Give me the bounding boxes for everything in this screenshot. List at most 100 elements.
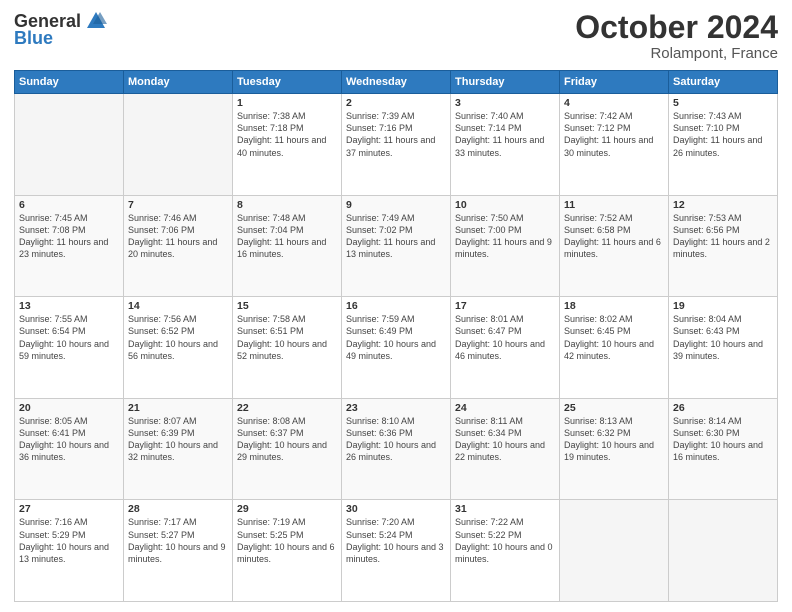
day-number: 19 xyxy=(673,300,773,312)
day-number: 20 xyxy=(19,402,119,414)
day-number: 18 xyxy=(564,300,664,312)
day-number: 3 xyxy=(455,97,555,109)
col-friday: Friday xyxy=(560,71,669,94)
day-info: Sunrise: 7:38 AM Sunset: 7:18 PM Dayligh… xyxy=(237,110,337,159)
table-row: 9Sunrise: 7:49 AM Sunset: 7:02 PM Daylig… xyxy=(342,195,451,297)
day-number: 17 xyxy=(455,300,555,312)
day-info: Sunrise: 7:20 AM Sunset: 5:24 PM Dayligh… xyxy=(346,516,446,565)
table-row: 24Sunrise: 8:11 AM Sunset: 6:34 PM Dayli… xyxy=(451,398,560,500)
day-info: Sunrise: 7:49 AM Sunset: 7:02 PM Dayligh… xyxy=(346,212,446,261)
day-info: Sunrise: 7:59 AM Sunset: 6:49 PM Dayligh… xyxy=(346,313,446,362)
day-number: 15 xyxy=(237,300,337,312)
day-number: 1 xyxy=(237,97,337,109)
day-number: 4 xyxy=(564,97,664,109)
day-info: Sunrise: 7:19 AM Sunset: 5:25 PM Dayligh… xyxy=(237,516,337,565)
table-row: 8Sunrise: 7:48 AM Sunset: 7:04 PM Daylig… xyxy=(233,195,342,297)
location-title: Rolampont, France xyxy=(575,45,778,62)
table-row: 1Sunrise: 7:38 AM Sunset: 7:18 PM Daylig… xyxy=(233,94,342,196)
day-info: Sunrise: 8:07 AM Sunset: 6:39 PM Dayligh… xyxy=(128,415,228,464)
day-info: Sunrise: 7:52 AM Sunset: 6:58 PM Dayligh… xyxy=(564,212,664,261)
table-row: 17Sunrise: 8:01 AM Sunset: 6:47 PM Dayli… xyxy=(451,297,560,399)
table-row: 3Sunrise: 7:40 AM Sunset: 7:14 PM Daylig… xyxy=(451,94,560,196)
calendar-week-row: 20Sunrise: 8:05 AM Sunset: 6:41 PM Dayli… xyxy=(15,398,778,500)
day-info: Sunrise: 8:13 AM Sunset: 6:32 PM Dayligh… xyxy=(564,415,664,464)
table-row: 14Sunrise: 7:56 AM Sunset: 6:52 PM Dayli… xyxy=(124,297,233,399)
calendar-table: Sunday Monday Tuesday Wednesday Thursday… xyxy=(14,70,778,602)
day-info: Sunrise: 7:50 AM Sunset: 7:00 PM Dayligh… xyxy=(455,212,555,261)
day-number: 30 xyxy=(346,503,446,515)
day-info: Sunrise: 7:39 AM Sunset: 7:16 PM Dayligh… xyxy=(346,110,446,159)
day-info: Sunrise: 7:22 AM Sunset: 5:22 PM Dayligh… xyxy=(455,516,555,565)
day-number: 14 xyxy=(128,300,228,312)
day-number: 29 xyxy=(237,503,337,515)
day-info: Sunrise: 7:16 AM Sunset: 5:29 PM Dayligh… xyxy=(19,516,119,565)
day-info: Sunrise: 8:02 AM Sunset: 6:45 PM Dayligh… xyxy=(564,313,664,362)
day-number: 28 xyxy=(128,503,228,515)
table-row: 16Sunrise: 7:59 AM Sunset: 6:49 PM Dayli… xyxy=(342,297,451,399)
table-row: 2Sunrise: 7:39 AM Sunset: 7:16 PM Daylig… xyxy=(342,94,451,196)
table-row: 31Sunrise: 7:22 AM Sunset: 5:22 PM Dayli… xyxy=(451,500,560,602)
col-thursday: Thursday xyxy=(451,71,560,94)
table-row: 30Sunrise: 7:20 AM Sunset: 5:24 PM Dayli… xyxy=(342,500,451,602)
day-info: Sunrise: 7:43 AM Sunset: 7:10 PM Dayligh… xyxy=(673,110,773,159)
col-tuesday: Tuesday xyxy=(233,71,342,94)
table-row xyxy=(15,94,124,196)
day-info: Sunrise: 8:08 AM Sunset: 6:37 PM Dayligh… xyxy=(237,415,337,464)
calendar-week-row: 1Sunrise: 7:38 AM Sunset: 7:18 PM Daylig… xyxy=(15,94,778,196)
day-number: 8 xyxy=(237,199,337,211)
day-number: 5 xyxy=(673,97,773,109)
table-row: 5Sunrise: 7:43 AM Sunset: 7:10 PM Daylig… xyxy=(669,94,778,196)
day-number: 11 xyxy=(564,199,664,211)
table-row: 26Sunrise: 8:14 AM Sunset: 6:30 PM Dayli… xyxy=(669,398,778,500)
day-info: Sunrise: 7:17 AM Sunset: 5:27 PM Dayligh… xyxy=(128,516,228,565)
day-info: Sunrise: 7:48 AM Sunset: 7:04 PM Dayligh… xyxy=(237,212,337,261)
table-row xyxy=(669,500,778,602)
day-info: Sunrise: 8:14 AM Sunset: 6:30 PM Dayligh… xyxy=(673,415,773,464)
day-info: Sunrise: 7:40 AM Sunset: 7:14 PM Dayligh… xyxy=(455,110,555,159)
day-number: 27 xyxy=(19,503,119,515)
day-number: 25 xyxy=(564,402,664,414)
day-number: 31 xyxy=(455,503,555,515)
header: General Blue October 2024 Rolampont, Fra… xyxy=(14,10,778,62)
day-number: 21 xyxy=(128,402,228,414)
day-info: Sunrise: 8:10 AM Sunset: 6:36 PM Dayligh… xyxy=(346,415,446,464)
day-info: Sunrise: 7:55 AM Sunset: 6:54 PM Dayligh… xyxy=(19,313,119,362)
day-info: Sunrise: 7:58 AM Sunset: 6:51 PM Dayligh… xyxy=(237,313,337,362)
day-number: 12 xyxy=(673,199,773,211)
table-row xyxy=(124,94,233,196)
logo-blue-text: Blue xyxy=(14,28,53,49)
day-info: Sunrise: 8:05 AM Sunset: 6:41 PM Dayligh… xyxy=(19,415,119,464)
table-row: 4Sunrise: 7:42 AM Sunset: 7:12 PM Daylig… xyxy=(560,94,669,196)
day-info: Sunrise: 7:56 AM Sunset: 6:52 PM Dayligh… xyxy=(128,313,228,362)
day-info: Sunrise: 7:45 AM Sunset: 7:08 PM Dayligh… xyxy=(19,212,119,261)
day-info: Sunrise: 7:53 AM Sunset: 6:56 PM Dayligh… xyxy=(673,212,773,261)
day-number: 16 xyxy=(346,300,446,312)
table-row: 22Sunrise: 8:08 AM Sunset: 6:37 PM Dayli… xyxy=(233,398,342,500)
day-number: 26 xyxy=(673,402,773,414)
col-saturday: Saturday xyxy=(669,71,778,94)
table-row: 19Sunrise: 8:04 AM Sunset: 6:43 PM Dayli… xyxy=(669,297,778,399)
table-row: 29Sunrise: 7:19 AM Sunset: 5:25 PM Dayli… xyxy=(233,500,342,602)
day-number: 23 xyxy=(346,402,446,414)
day-number: 13 xyxy=(19,300,119,312)
day-number: 24 xyxy=(455,402,555,414)
calendar-header-row: Sunday Monday Tuesday Wednesday Thursday… xyxy=(15,71,778,94)
table-row: 21Sunrise: 8:07 AM Sunset: 6:39 PM Dayli… xyxy=(124,398,233,500)
day-number: 22 xyxy=(237,402,337,414)
day-number: 7 xyxy=(128,199,228,211)
day-number: 10 xyxy=(455,199,555,211)
table-row: 6Sunrise: 7:45 AM Sunset: 7:08 PM Daylig… xyxy=(15,195,124,297)
day-number: 9 xyxy=(346,199,446,211)
month-title: October 2024 xyxy=(575,10,778,45)
table-row: 11Sunrise: 7:52 AM Sunset: 6:58 PM Dayli… xyxy=(560,195,669,297)
day-number: 6 xyxy=(19,199,119,211)
table-row xyxy=(560,500,669,602)
col-sunday: Sunday xyxy=(15,71,124,94)
table-row: 27Sunrise: 7:16 AM Sunset: 5:29 PM Dayli… xyxy=(15,500,124,602)
table-row: 13Sunrise: 7:55 AM Sunset: 6:54 PM Dayli… xyxy=(15,297,124,399)
table-row: 12Sunrise: 7:53 AM Sunset: 6:56 PM Dayli… xyxy=(669,195,778,297)
table-row: 7Sunrise: 7:46 AM Sunset: 7:06 PM Daylig… xyxy=(124,195,233,297)
day-info: Sunrise: 7:46 AM Sunset: 7:06 PM Dayligh… xyxy=(128,212,228,261)
logo-icon xyxy=(85,10,107,32)
day-info: Sunrise: 8:11 AM Sunset: 6:34 PM Dayligh… xyxy=(455,415,555,464)
